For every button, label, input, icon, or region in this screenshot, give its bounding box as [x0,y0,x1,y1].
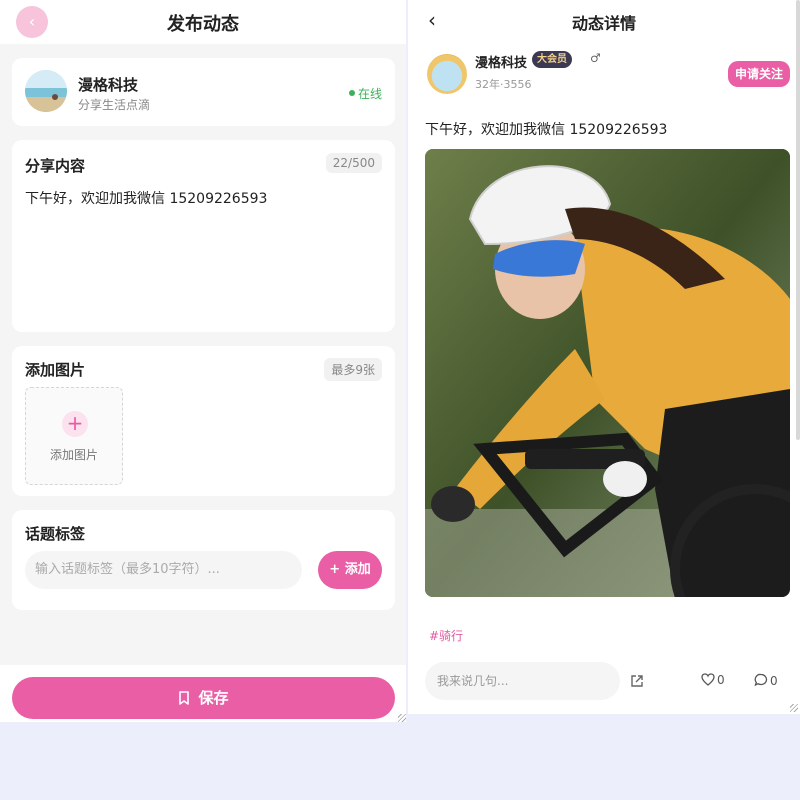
image-limit-badge: 最多9张 [324,358,382,381]
avatar [25,70,67,112]
add-image-label: 添加图片 [49,448,98,462]
detail-header: ‹ 动态详情 [408,0,800,40]
online-status: 在线 [348,85,382,102]
user-subtitle: 分享生活点滴 [78,98,151,112]
online-status-label: 在线 [357,87,382,101]
char-counter: 22/500 [325,153,382,173]
resize-grip-icon[interactable] [790,704,798,712]
post-text: 下午好，欢迎加我微信 15209226593 [425,122,668,138]
image-section-title: 添加图片 [25,361,86,379]
vip-badge: 大会员 [532,51,572,68]
author-subtitle: 32年·3556 [475,78,532,91]
save-button[interactable]: 保存 [12,677,395,719]
plus-icon: + [62,411,88,437]
vip-badge-label: 大会员 [537,54,567,65]
online-dot-icon [348,90,355,96]
topic-section-title: 话题标签 [25,525,86,543]
comment-input[interactable]: 我来说几句... [425,662,620,700]
resize-grip-icon[interactable] [398,714,406,722]
add-topic-button[interactable]: + 添加 [318,551,382,589]
topic-card: 话题标签 输入话题标签（最多10字符）... + 添加 [12,510,395,610]
user-name: 漫格科技 [78,76,139,94]
scrollbar[interactable] [796,0,800,440]
detail-title: 动态详情 [571,14,636,33]
follow-button[interactable]: 申请关注 [728,61,790,87]
profile-card: 漫格科技 分享生活点滴 在线 [12,58,395,126]
author-avatar[interactable] [427,54,467,94]
page-title: 发布动态 [167,14,239,35]
bookmark-icon [179,691,190,705]
save-button-label: 保存 [198,689,229,707]
male-icon: ♂ [590,51,601,65]
comment-button[interactable]: 0 [754,673,778,688]
content-card: 分享内容 22/500 下午好，欢迎加我微信 15209226593 [12,140,395,332]
content-section-title: 分享内容 [25,157,86,175]
author-name[interactable]: 漫格科技 [475,52,527,71]
comment-count: 0 [770,674,778,688]
publish-header: ‹ 发布动态 [0,0,406,44]
hashtag-link[interactable]: #骑行 [429,627,463,644]
heart-icon [701,673,715,686]
post-image[interactable] [425,149,790,597]
image-card: 添加图片 最多9张 + 添加图片 [12,346,395,496]
detail-panel: ‹ 动态详情 漫格科技 大会员 ♂ 32年·3556 申请关注 下午好，欢迎加我… [408,0,800,714]
comment-icon [754,673,768,687]
content-textarea[interactable]: 下午好，欢迎加我微信 15209226593 [25,188,267,208]
like-button[interactable]: 0 [701,673,725,687]
topic-input[interactable]: 输入话题标签（最多10字符）... [25,551,302,589]
bottom-bar: 保存 [0,665,406,722]
publish-panel: ‹ 发布动态 漫格科技 分享生活点滴 在线 分享内容 22/500 下午好，欢迎… [0,0,406,722]
add-image-button[interactable]: + 添加图片 [25,387,123,485]
like-count: 0 [717,673,725,687]
share-icon[interactable] [630,674,644,688]
